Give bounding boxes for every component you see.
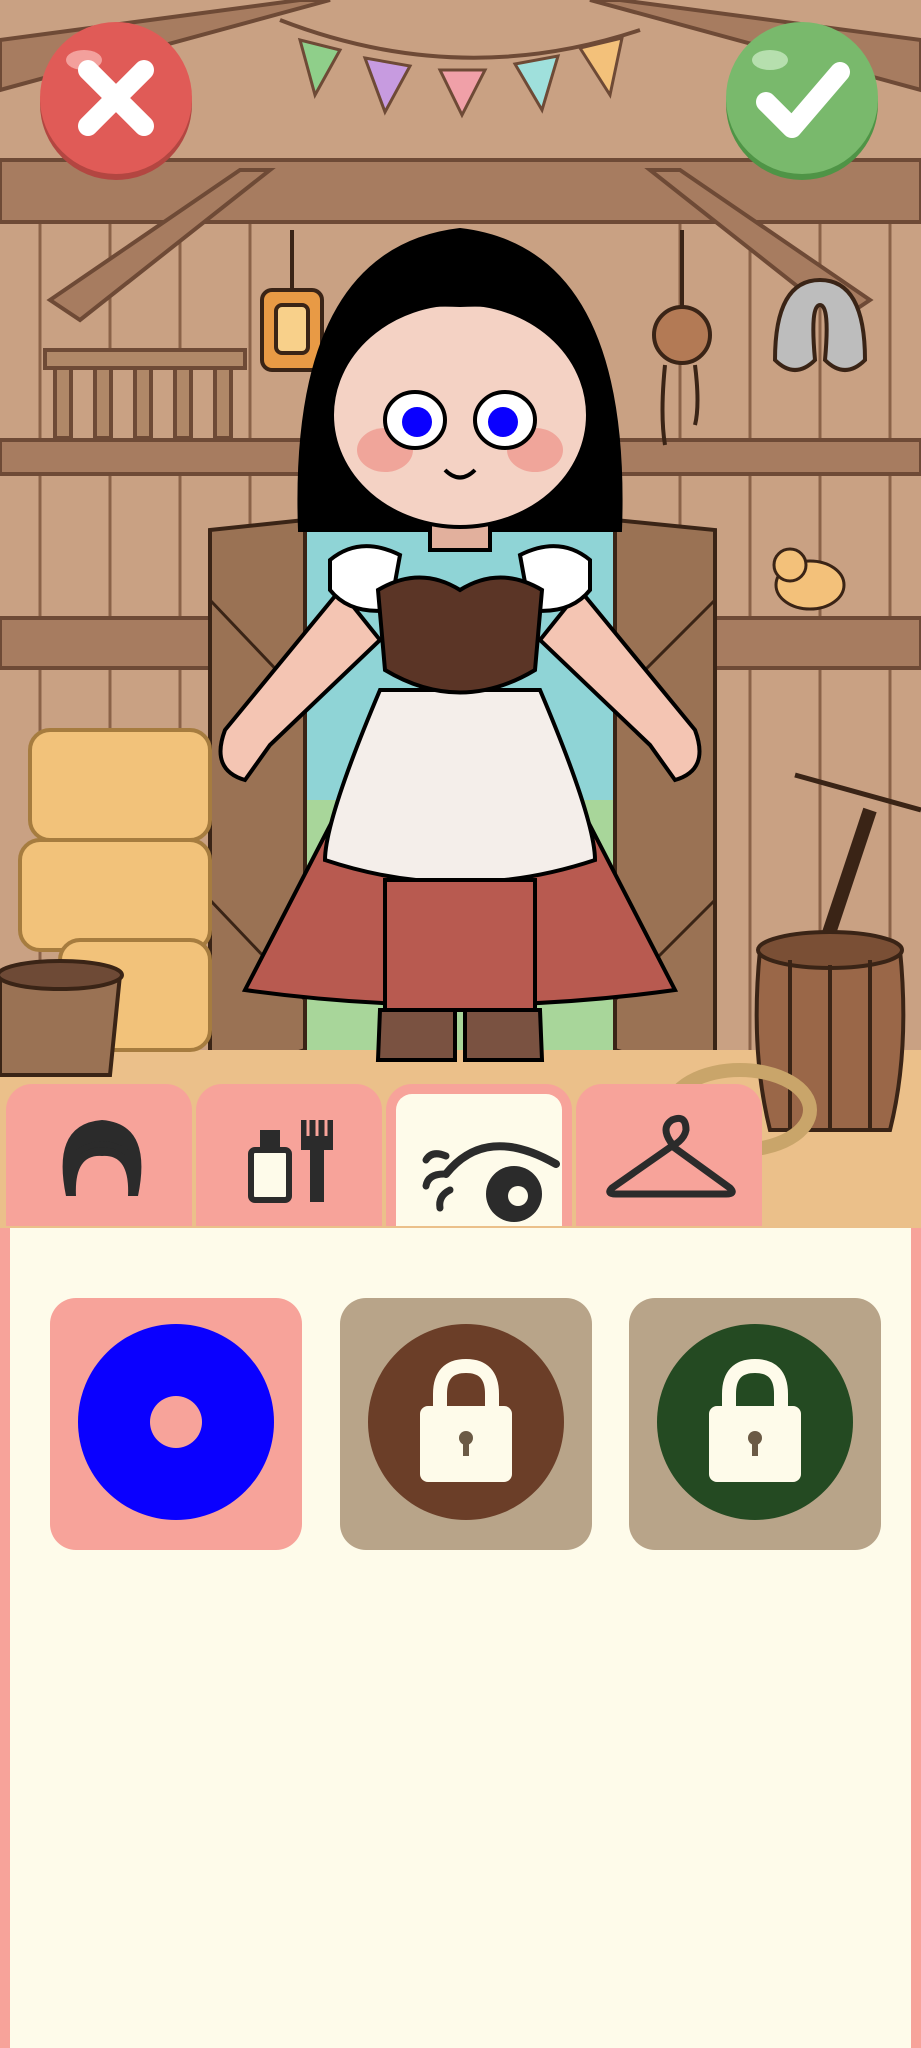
barn-scene — [0, 0, 921, 1240]
close-button[interactable] — [36, 20, 196, 180]
lock-icon — [709, 1358, 801, 1482]
confirm-button[interactable] — [722, 20, 882, 180]
eye-color-option-blue[interactable] — [50, 1298, 302, 1550]
eye-color-option-brown[interactable] — [340, 1298, 592, 1550]
makeup-brush-icon — [248, 1120, 333, 1203]
eye-color-option-green[interactable] — [629, 1298, 881, 1550]
tab-makeup[interactable] — [196, 1084, 382, 1226]
tab-hair[interactable] — [6, 1084, 192, 1226]
tab-eyes[interactable] — [386, 1084, 572, 1226]
checkmark-icon — [726, 22, 878, 180]
tab-clothes[interactable] — [576, 1084, 762, 1226]
close-x-icon — [40, 22, 192, 180]
lock-icon — [420, 1358, 512, 1482]
eye-icon — [422, 1142, 560, 1222]
barn-background — [0, 0, 921, 1240]
hair-icon — [62, 1120, 142, 1196]
hanger-icon — [606, 1114, 736, 1198]
selected-indicator-icon — [150, 1396, 202, 1448]
